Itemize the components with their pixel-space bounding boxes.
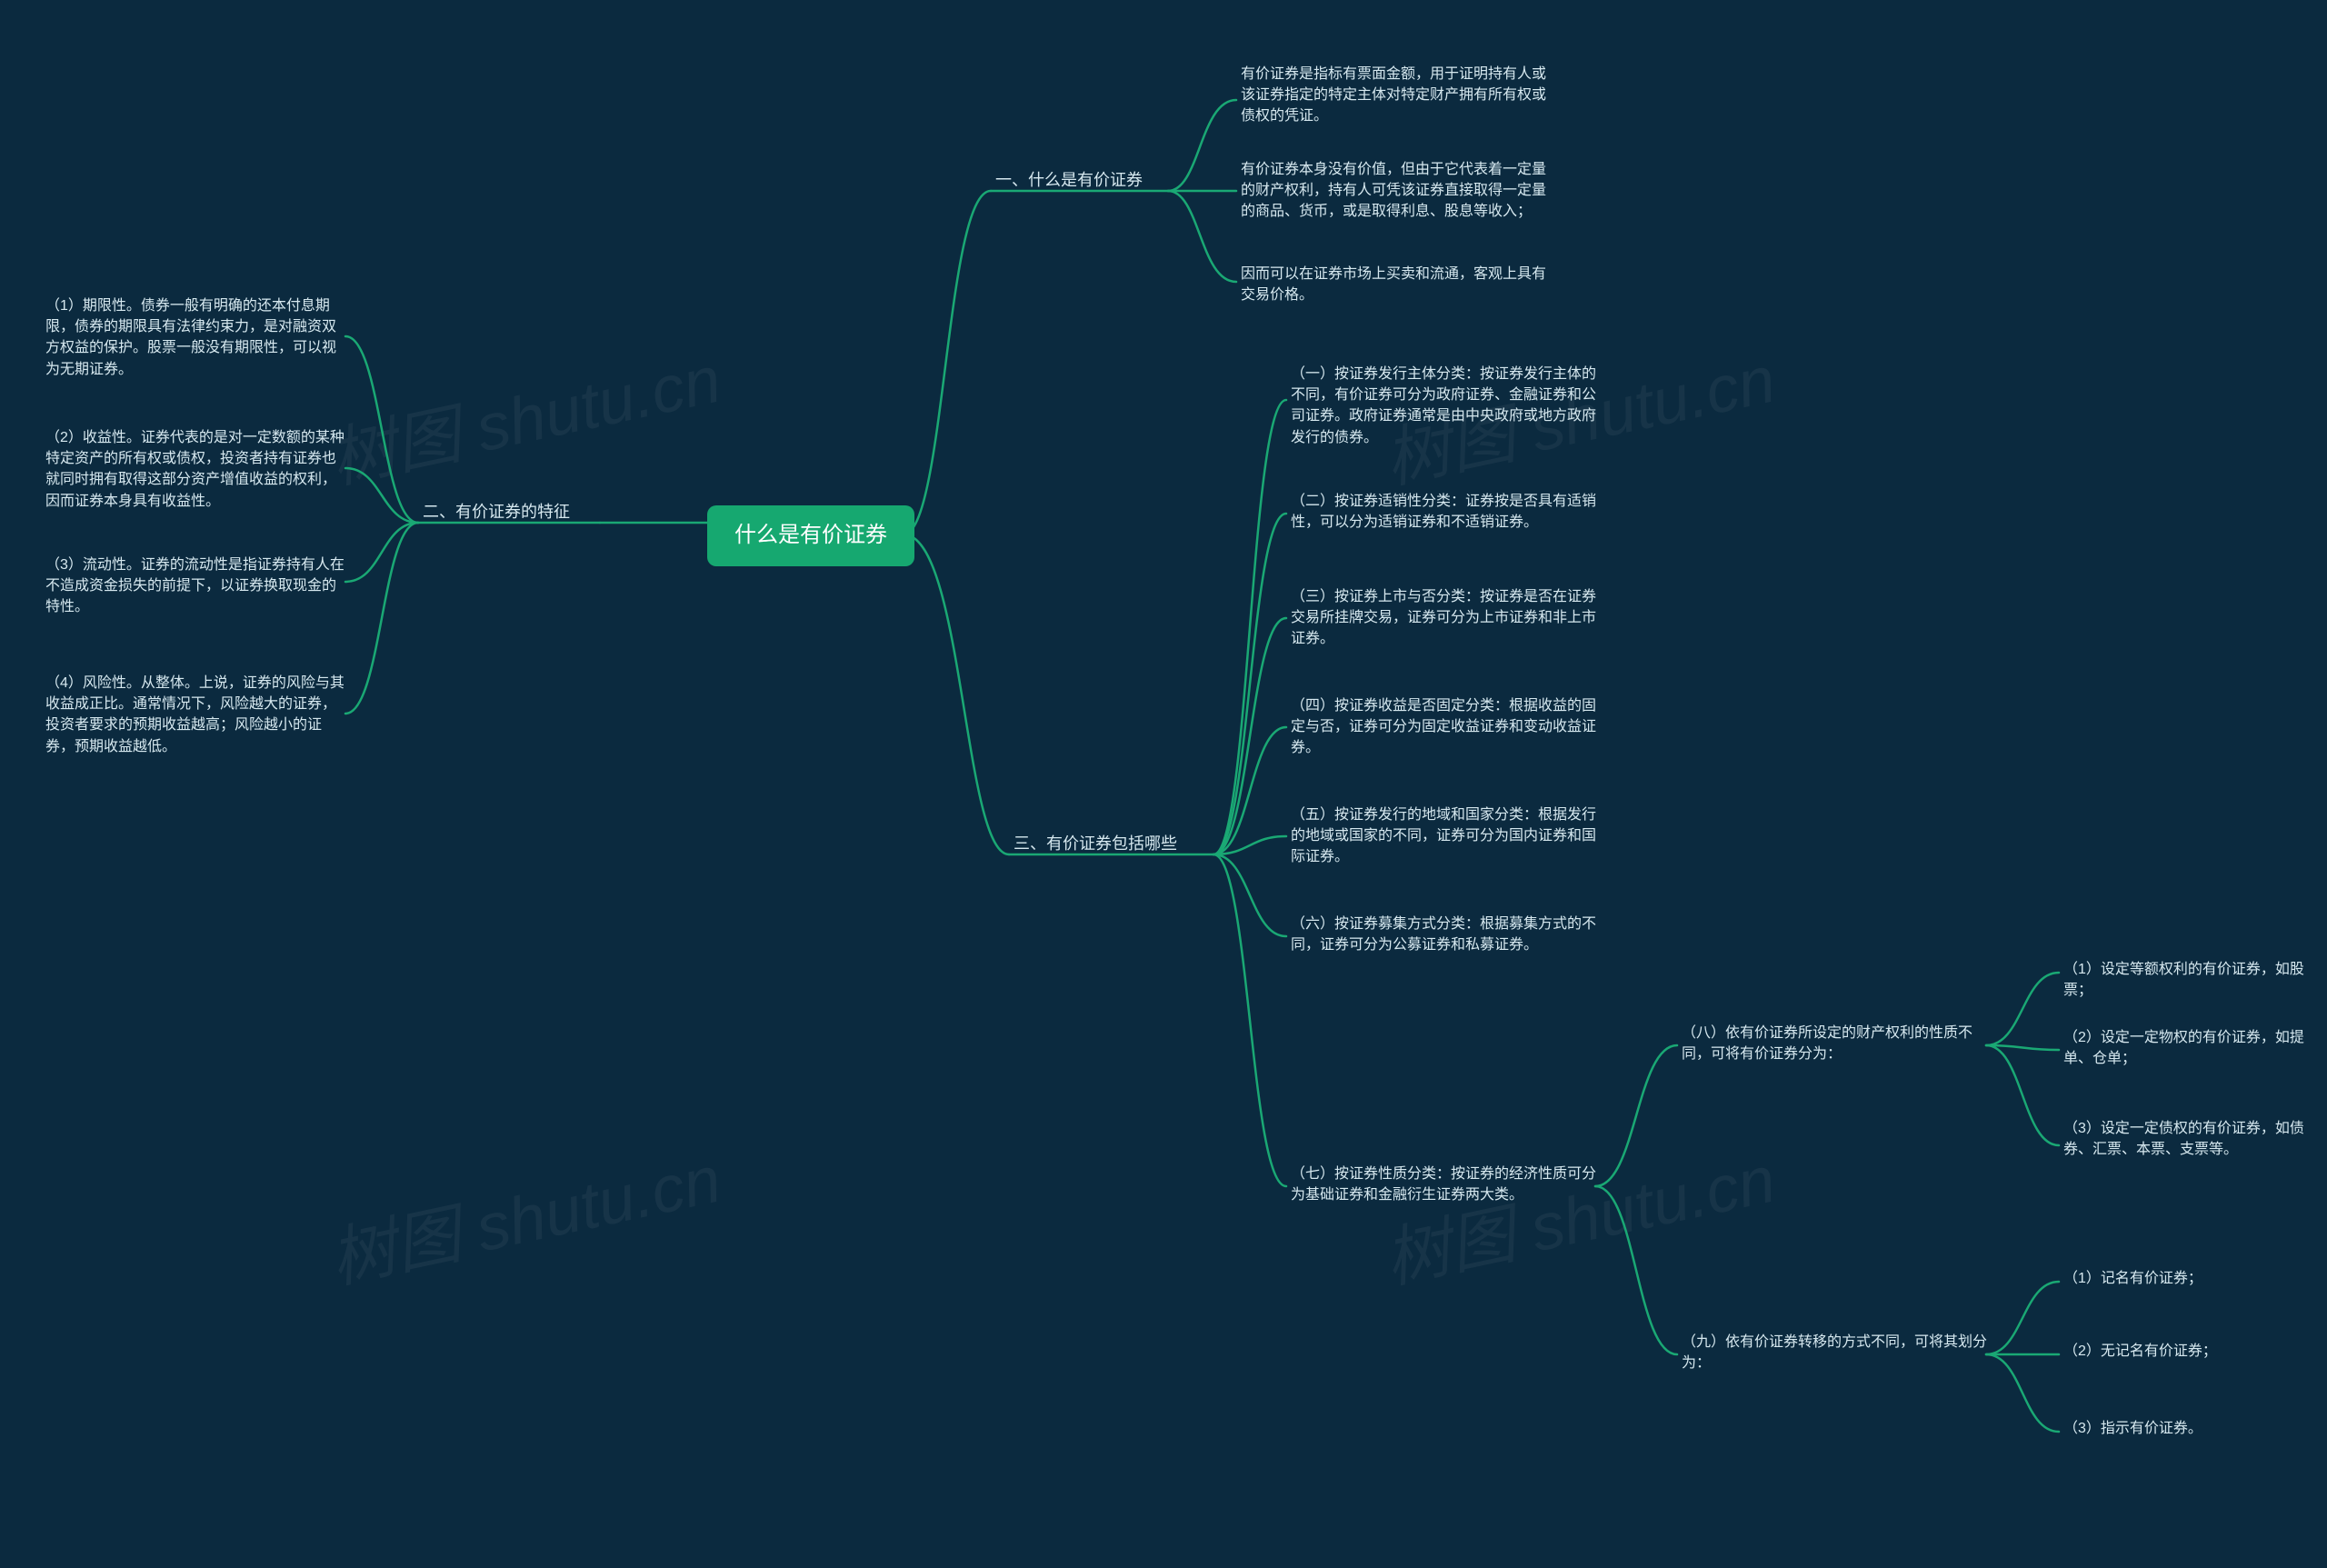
node-b3c7a3[interactable]: （3）设定一定债权的有价证券，如债券、汇票、本票、支票等。 <box>2063 1118 2318 1160</box>
node-b3c7a[interactable]: （八）依有价证券所设定的财产权利的性质不同，可将有价证券分为： <box>1682 1023 1991 1064</box>
branch-2-label[interactable]: 二、有价证券的特征 <box>423 500 570 524</box>
node-b1c3[interactable]: 因而可以在证券市场上买卖和流通，客观上具有交易价格。 <box>1241 264 1550 305</box>
node-b2c1[interactable]: （1）期限性。债券一般有明确的还本付息期限，债券的期限具有法律约束力，是对融资双… <box>45 295 345 380</box>
node-b3c7b1[interactable]: （1）记名有价证券； <box>2063 1268 2202 1289</box>
branch-1-label[interactable]: 一、什么是有价证券 <box>995 168 1143 192</box>
node-b3c3[interactable]: （三）按证券上市与否分类：按证券是否在证券交易所挂牌交易，证券可分为上市证券和非… <box>1291 586 1600 650</box>
node-b2c3[interactable]: （3）流动性。证券的流动性是指证券持有人在不造成资金损失的前提下，以证券换取现金… <box>45 554 345 618</box>
node-b2c4[interactable]: （4）风险性。从整体。上说，证券的风险与其收益成正比。通常情况下，风险越大的证券… <box>45 673 345 757</box>
node-b3c7a1[interactable]: （1）设定等额权利的有价证券，如股票； <box>2063 959 2318 1001</box>
branch-3-label[interactable]: 三、有价证券包括哪些 <box>1014 832 1177 855</box>
node-b3c1[interactable]: （一）按证券发行主体分类：按证券发行主体的不同，有价证券可分为政府证券、金融证券… <box>1291 364 1600 448</box>
node-b3c6[interactable]: （六）按证券募集方式分类：根据募集方式的不同，证券可分为公募证券和私募证券。 <box>1291 914 1600 955</box>
node-b3c5[interactable]: （五）按证券发行的地域和国家分类：根据发行的地域或国家的不同，证券可分为国内证券… <box>1291 804 1600 868</box>
node-b1c2[interactable]: 有价证券本身没有价值，但由于它代表着一定量的财产权利，持有人可凭该证券直接取得一… <box>1241 159 1550 223</box>
node-b3c7b2[interactable]: （2）无记名有价证券； <box>2063 1341 2217 1362</box>
node-b1c1[interactable]: 有价证券是指标有票面金额，用于证明持有人或该证券指定的特定主体对特定财产拥有所有… <box>1241 64 1550 127</box>
mindmap-canvas: 树图 shutu.cn 树图 shutu.cn 树图 shutu.cn 树图 s… <box>0 0 2327 1568</box>
root-node[interactable]: 什么是有价证券 <box>707 505 914 566</box>
node-b3c2[interactable]: （二）按证券适销性分类：证券按是否具有适销性，可以分为适销证券和不适销证券。 <box>1291 491 1600 533</box>
node-b2c2[interactable]: （2）收益性。证券代表的是对一定数额的某种特定资产的所有权或债权，投资者持有证券… <box>45 427 345 512</box>
node-b3c7b3[interactable]: （3）指示有价证券。 <box>2063 1418 2202 1439</box>
node-b3c7[interactable]: （七）按证券性质分类：按证券的经济性质可分为基础证券和金融衍生证券两大类。 <box>1291 1164 1600 1205</box>
node-b3c4[interactable]: （四）按证券收益是否固定分类：根据收益的固定与否，证券可分为固定收益证券和变动收… <box>1291 695 1600 759</box>
node-b3c7b[interactable]: （九）依有价证券转移的方式不同，可将其划分为： <box>1682 1332 1991 1373</box>
watermark: 树图 shutu.cn <box>322 333 729 508</box>
watermark: 树图 shutu.cn <box>1376 1133 1783 1308</box>
watermark: 树图 shutu.cn <box>322 1133 729 1308</box>
node-b3c7a2[interactable]: （2）设定一定物权的有价证券，如提单、仓单； <box>2063 1027 2318 1069</box>
